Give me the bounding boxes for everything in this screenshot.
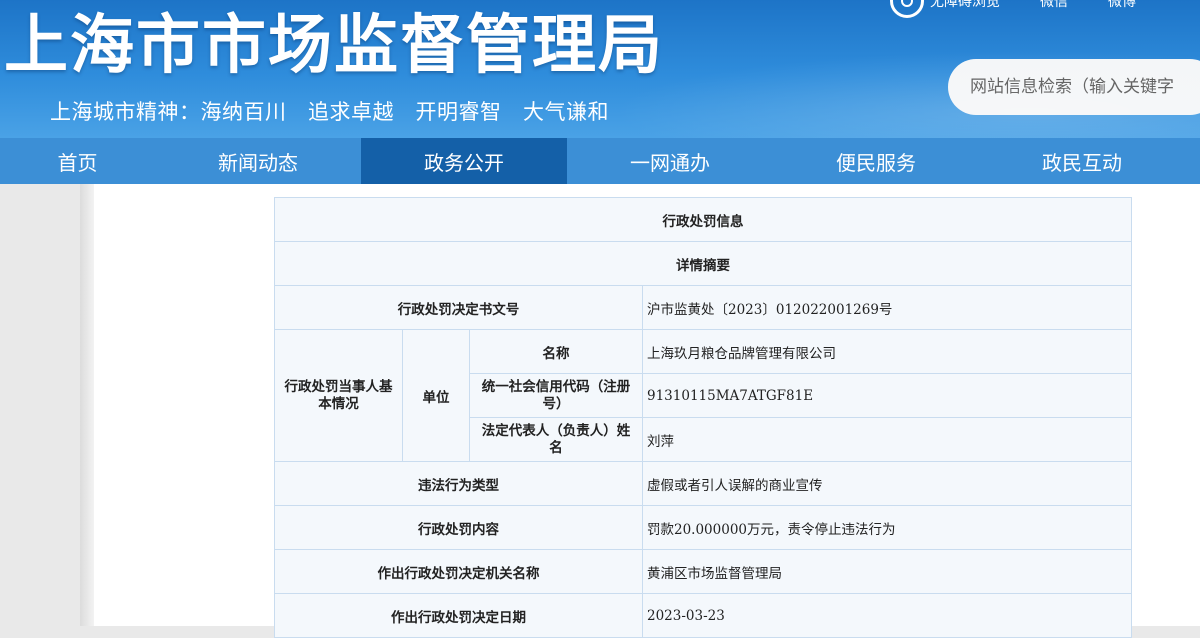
nav-online-services[interactable]: 一网通办 (567, 138, 773, 184)
accessibility-label: 无障碍浏览 (930, 0, 1000, 10)
penalty-content-label: 行政处罚内容 (274, 505, 643, 550)
decision-no-value: 沪市监黄处〔2023〕012022001269号 (642, 285, 1132, 330)
decision-date-label: 作出行政处罚决定日期 (274, 593, 643, 638)
table-row: 作出行政处罚决定机关名称 黄浦区市场监督管理局 (274, 549, 1132, 594)
nav-public-services[interactable]: 便民服务 (773, 138, 979, 184)
nav-news[interactable]: 新闻动态 (155, 138, 361, 184)
violation-type-value: 虚假或者引人误解的商业宣传 (642, 461, 1132, 506)
table-row: 违法行为类型 虚假或者引人误解的商业宣传 (274, 461, 1132, 506)
top-links: 无障碍浏览 微信 微博 (890, 0, 1136, 18)
name-value: 上海玖月粮仓品牌管理有限公司 (642, 329, 1132, 374)
table-row: 行政处罚决定书文号 沪市监黄处〔2023〕012022001269号 (274, 285, 1132, 330)
authority-value: 黄浦区市场监督管理局 (642, 549, 1132, 594)
table-row: 作出行政处罚决定日期 2023-03-23 (274, 593, 1132, 638)
penalty-content-value: 罚款20.000000万元，责令停止违法行为 (642, 505, 1132, 550)
violation-type-label: 违法行为类型 (274, 461, 643, 506)
table-row: 行政处罚信息 (274, 197, 1132, 242)
credit-code-label: 统一社会信用代码（注册号） (469, 373, 643, 418)
nav-interaction[interactable]: 政民互动 (979, 138, 1185, 184)
legal-rep-label: 法定代表人（负责人）姓名 (469, 417, 643, 462)
site-search (948, 59, 1200, 115)
accessibility-icon (890, 0, 924, 18)
name-label: 名称 (469, 329, 643, 374)
table-subtitle: 详情摘要 (274, 241, 1132, 286)
accessibility-link[interactable]: 无障碍浏览 (890, 0, 1000, 18)
site-title: 上海市市场监督管理局 (4, 9, 664, 83)
search-input[interactable] (968, 76, 1200, 98)
site-header: 上海市市场监督管理局 上海城市精神：海纳百川 追求卓越 开明睿智 大气谦和 无障… (0, 0, 1200, 138)
city-slogan: 上海城市精神：海纳百川 追求卓越 开明睿智 大气谦和 (50, 100, 609, 124)
party-label: 行政处罚当事人基本情况 (274, 329, 403, 462)
nav-government-affairs[interactable]: 政务公开 (361, 138, 567, 184)
unit-label: 单位 (402, 329, 470, 462)
page-side-shadow (80, 184, 94, 626)
main-nav: 首页 新闻动态 政务公开 一网通办 便民服务 政民互动 (0, 138, 1200, 184)
table-row: 行政处罚当事人基本情况 单位 名称 上海玖月粮仓品牌管理有限公司 (274, 329, 1132, 462)
wechat-link[interactable]: 微信 (1040, 0, 1068, 11)
decision-date-value: 2023-03-23 (642, 593, 1132, 638)
table-title: 行政处罚信息 (274, 197, 1132, 242)
authority-label: 作出行政处罚决定机关名称 (274, 549, 643, 594)
table-row: 详情摘要 (274, 241, 1132, 286)
nav-home[interactable]: 首页 (0, 138, 155, 184)
credit-code-value: 91310115MA7ATGF81E (642, 373, 1132, 418)
legal-rep-value: 刘萍 (642, 417, 1132, 462)
decision-no-label: 行政处罚决定书文号 (274, 285, 643, 330)
penalty-info-table: 行政处罚信息 详情摘要 行政处罚决定书文号 沪市监黄处〔2023〕0120220… (274, 197, 1132, 638)
weibo-link[interactable]: 微博 (1108, 0, 1136, 11)
table-row: 行政处罚内容 罚款20.000000万元，责令停止违法行为 (274, 505, 1132, 550)
